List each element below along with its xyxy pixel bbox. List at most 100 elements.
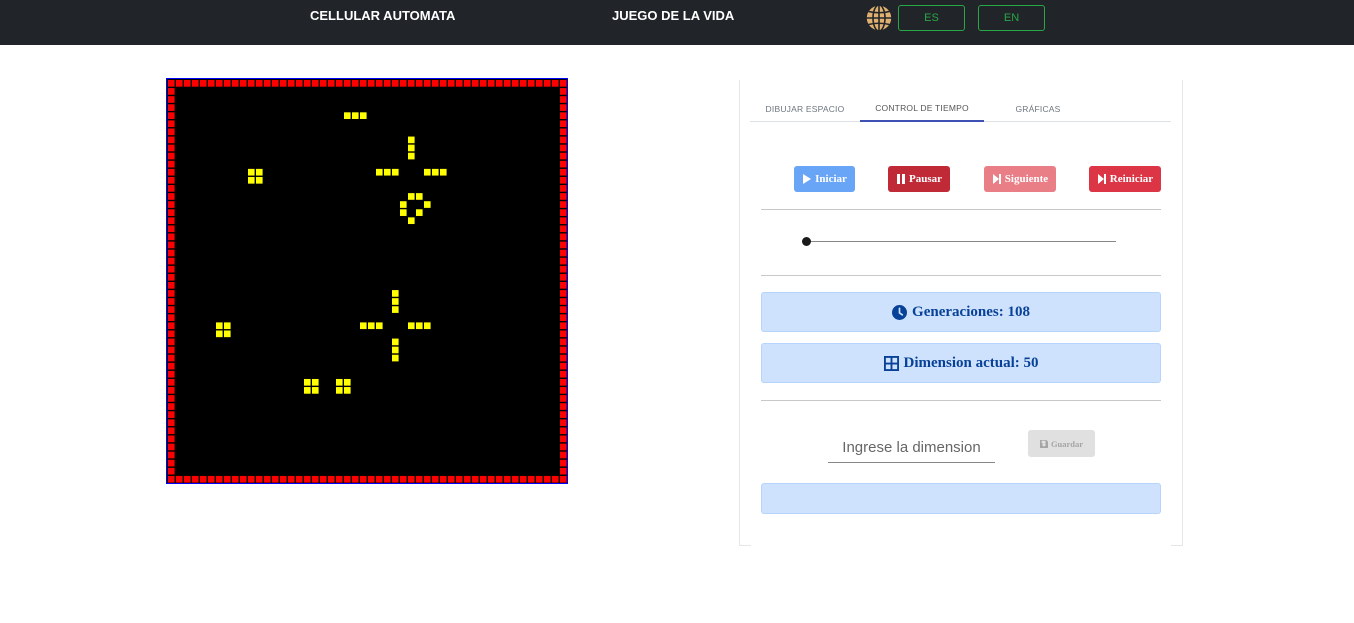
border-cell [168,273,175,281]
border-cell [480,80,487,87]
live-cell [304,387,311,394]
border-cell [560,459,567,467]
border-cell [360,80,367,87]
save-button[interactable]: Guardar [1028,430,1095,457]
divider [761,400,1161,401]
border-cell [432,80,439,87]
border-cell [168,338,175,346]
live-cell [392,290,399,297]
live-cell [368,322,375,330]
border-cell [216,80,223,87]
live-cell [304,378,311,386]
border-cell [168,201,175,208]
border-cell [192,80,199,87]
border-cell [376,80,383,87]
border-cell [480,475,487,483]
tab-draw-space[interactable]: DIBUJAR ESPACIO [750,95,860,122]
live-cell [408,322,415,330]
live-cell [416,209,423,216]
border-cell [520,80,527,87]
border-cell [168,136,175,144]
live-cell [392,298,399,305]
border-cell [560,338,567,346]
live-cell [392,306,399,313]
globe-icon[interactable] [865,4,893,32]
dimension-input[interactable] [828,432,995,463]
next-button[interactable]: Siguiente [984,166,1056,192]
border-cell [320,475,327,483]
border-cell [512,475,519,483]
nav-link-cellular-automata[interactable]: CELLULAR AUTOMATA [310,8,455,23]
speed-slider-track[interactable] [806,241,1116,242]
border-cell [168,80,175,87]
border-cell [560,346,567,354]
border-cell [344,475,351,483]
border-cell [520,475,527,483]
border-cell [552,80,559,87]
panel-corner [739,545,751,546]
border-cell [560,209,567,216]
border-cell [560,144,567,152]
divider [761,275,1161,276]
live-cell [432,168,439,176]
border-cell [504,80,511,87]
border-cell [560,443,567,451]
border-cell [168,193,175,200]
border-cell [168,306,175,313]
live-cell [384,168,391,176]
border-cell [168,395,175,402]
nav-link-game-of-life[interactable]: JUEGO DE LA VIDA [612,8,734,23]
border-cell [384,80,391,87]
automata-grid[interactable] [167,79,567,483]
border-cell [304,475,311,483]
border-cell [208,475,215,483]
live-cell [256,168,263,176]
start-button[interactable]: Iniciar [794,166,855,192]
border-cell [488,80,495,87]
border-cell [360,475,367,483]
border-cell [168,96,175,103]
border-cell [560,225,567,233]
border-cell [560,387,567,394]
border-cell [560,136,567,144]
border-cell [496,475,503,483]
step-icon [1097,174,1106,184]
live-cell [224,330,231,338]
language-es-button[interactable]: ES [898,5,965,31]
border-cell [560,290,567,297]
border-cell [560,403,567,410]
border-cell [248,475,255,483]
border-cell [560,467,567,475]
speed-slider-thumb[interactable] [802,237,811,246]
border-cell [424,475,431,483]
border-cell [168,451,175,459]
border-cell [560,128,567,136]
border-cell [368,475,375,483]
tab-charts[interactable]: GRÁFICAS [984,95,1092,122]
border-cell [512,80,519,87]
border-cell [168,411,175,418]
reset-button[interactable]: Reiniciar [1089,166,1161,192]
panel-corner [1171,545,1183,546]
border-cell [560,233,567,241]
tab-time-control[interactable]: CONTROL DE TIEMPO [860,95,984,122]
border-cell [200,475,207,483]
language-en-button[interactable]: EN [978,5,1045,31]
border-cell [560,168,567,176]
border-cell [168,168,175,176]
border-cell [352,80,359,87]
border-cell [504,475,511,483]
border-cell [168,104,175,111]
border-cell [560,411,567,418]
border-cell [272,80,279,87]
live-cell [312,378,319,386]
live-cell [416,322,423,330]
pause-button[interactable]: Pausar [888,166,950,192]
live-cell [360,322,367,330]
panel-tabs: DIBUJAR ESPACIO CONTROL DE TIEMPO GRÁFIC… [750,95,1171,122]
border-cell [184,80,191,87]
live-cell [408,193,415,200]
border-cell [224,475,231,483]
border-cell [560,362,567,370]
border-cell [168,88,175,95]
